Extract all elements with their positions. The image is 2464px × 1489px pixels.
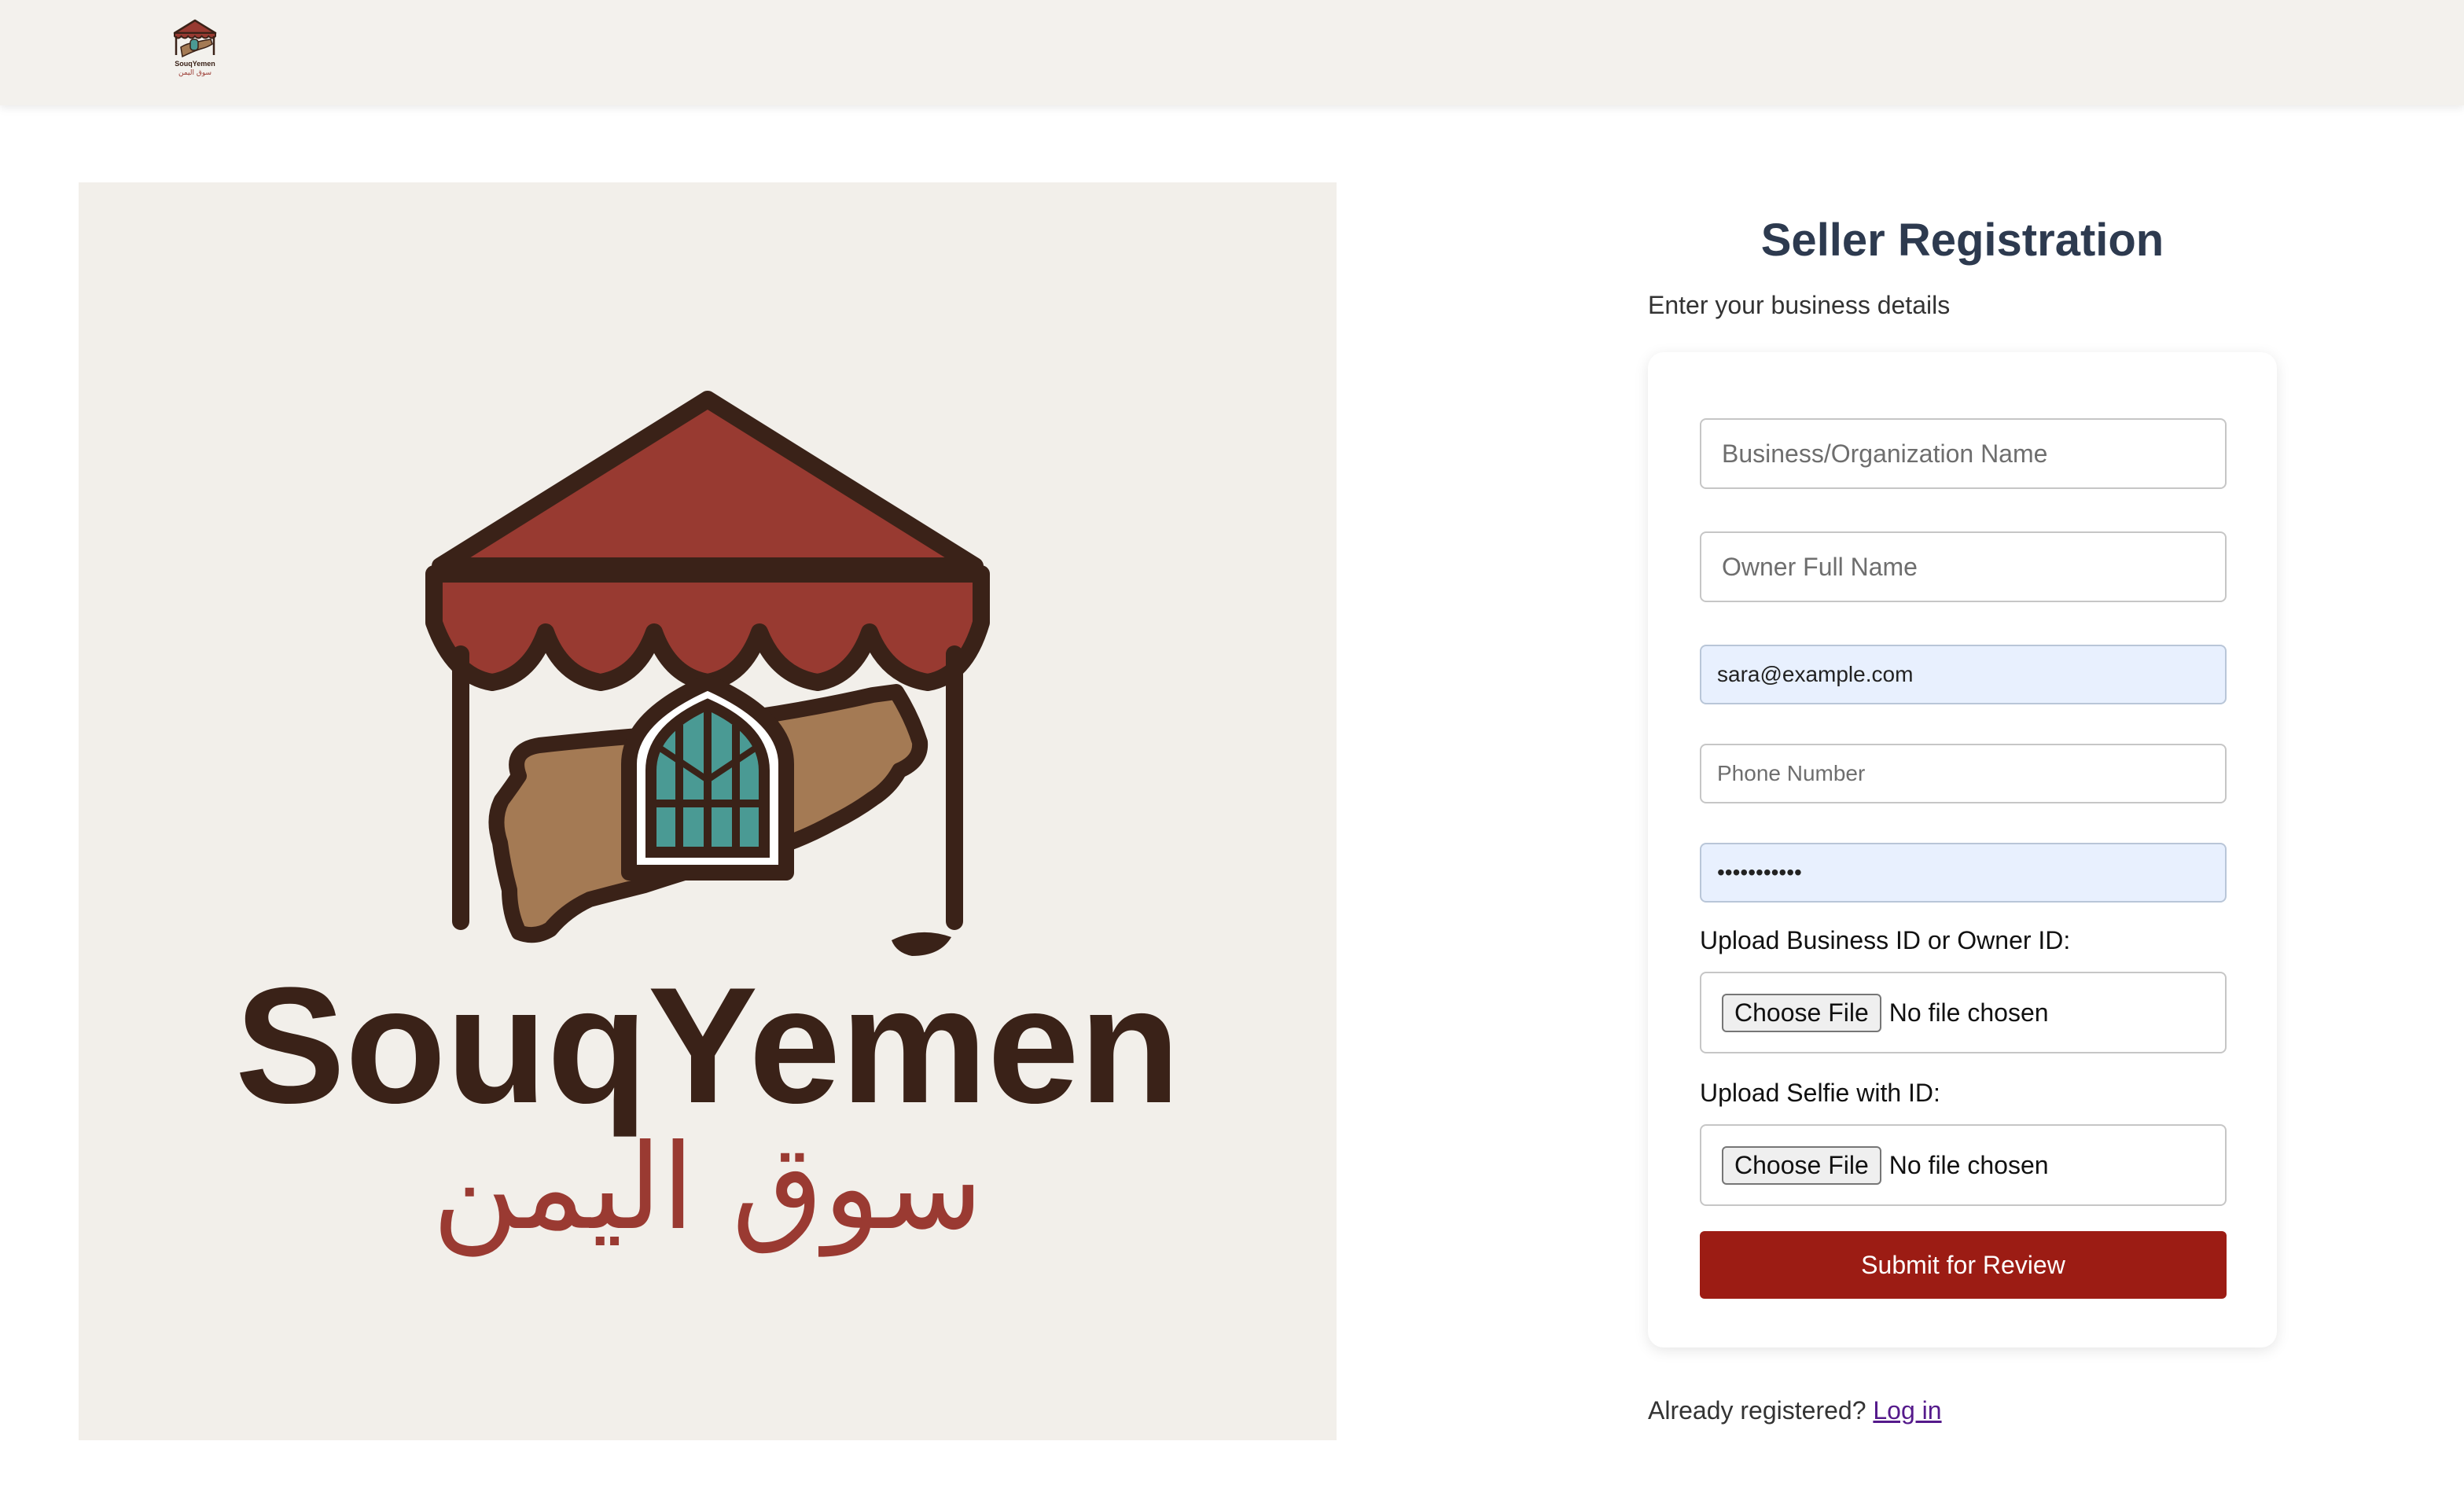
submit-for-review-button[interactable]: Submit for Review bbox=[1700, 1231, 2227, 1299]
choose-file-button[interactable]: Choose File bbox=[1722, 993, 1881, 1032]
login-prompt: Already registered? Log in bbox=[1648, 1396, 1942, 1425]
file-status-text: No file chosen bbox=[1888, 998, 2049, 1027]
page-subtitle: Enter your business details bbox=[1648, 291, 1951, 319]
top-navbar: SouqYemen سوق اليمن bbox=[0, 0, 2464, 105]
souqyemen-logo[interactable]: SouqYemen سوق اليمن bbox=[162, 17, 228, 79]
choose-file-button[interactable]: Choose File bbox=[1722, 1145, 1881, 1185]
login-link[interactable]: Log in bbox=[1873, 1396, 1941, 1425]
file-status-text: No file chosen bbox=[1888, 1150, 2049, 1179]
owner-name-input[interactable] bbox=[1700, 531, 2227, 602]
business-name-input[interactable] bbox=[1700, 418, 2227, 489]
svg-text:سوق اليمن: سوق اليمن bbox=[432, 1120, 984, 1257]
svg-text:سوق اليمن: سوق اليمن bbox=[178, 69, 211, 77]
selfie-file-input[interactable]: Choose File No file chosen bbox=[1700, 1124, 2227, 1206]
business-id-upload-label: Upload Business ID or Owner ID: bbox=[1700, 926, 2071, 954]
selfie-upload-label: Upload Selfie with ID: bbox=[1700, 1079, 1940, 1107]
phone-input[interactable] bbox=[1700, 744, 2227, 803]
business-id-file-input[interactable]: Choose File No file chosen bbox=[1700, 972, 2227, 1053]
email-input[interactable] bbox=[1700, 645, 2227, 704]
souqyemen-hero-logo: SouqYemen سوق اليمن bbox=[79, 182, 1337, 1440]
market-stall-logo-illustration: SouqYemen سوق اليمن bbox=[235, 391, 1180, 1257]
svg-text:SouqYemen: SouqYemen bbox=[175, 60, 215, 68]
password-input[interactable] bbox=[1700, 843, 2227, 903]
page-title: Seller Registration bbox=[1760, 215, 2164, 266]
svg-text:SouqYemen: SouqYemen bbox=[235, 953, 1180, 1138]
logo-icon: SouqYemen سوق اليمن bbox=[173, 19, 217, 77]
login-prompt-text: Already registered? bbox=[1648, 1396, 1866, 1425]
